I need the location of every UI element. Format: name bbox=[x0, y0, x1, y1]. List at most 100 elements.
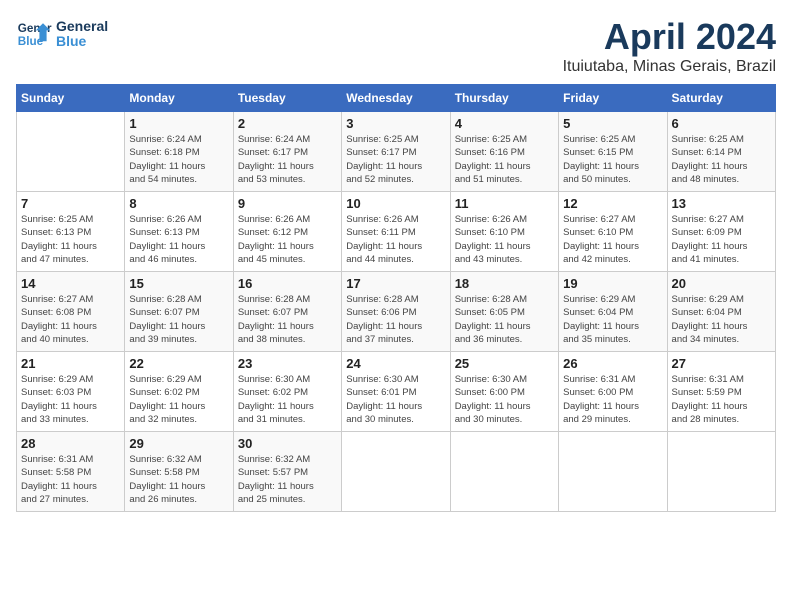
day-number: 9 bbox=[238, 196, 337, 211]
day-number: 25 bbox=[455, 356, 554, 371]
cell-info: Sunrise: 6:27 AM Sunset: 6:09 PM Dayligh… bbox=[672, 213, 771, 266]
calendar-cell: 14Sunrise: 6:27 AM Sunset: 6:08 PM Dayli… bbox=[17, 272, 125, 352]
day-number: 2 bbox=[238, 116, 337, 131]
cell-info: Sunrise: 6:28 AM Sunset: 6:07 PM Dayligh… bbox=[129, 293, 228, 346]
calendar-cell: 21 Sunrise: 6:29 AM Sunset: 6:03 PM Dayli… bbox=[17, 352, 125, 432]
cell-info: Sunrise: 6:29 AM Sunset: 6:02 PM Dayligh… bbox=[129, 373, 228, 426]
cell-info: Sunrise: 6:24 AM Sunset: 6:18 PM Dayligh… bbox=[129, 133, 228, 186]
calendar-cell: 10Sunrise: 6:26 AM Sunset: 6:11 PM Dayli… bbox=[342, 192, 450, 272]
calendar-cell: 6 Sunrise: 6:25 AM Sunset: 6:14 PM Daylig… bbox=[667, 112, 775, 192]
calendar-cell: 20 Sunrise: 6:29 AM Sunset: 6:04 PM Dayli… bbox=[667, 272, 775, 352]
column-header-thursday: Thursday bbox=[450, 85, 558, 112]
logo-general: General bbox=[56, 19, 108, 34]
calendar-cell: 18Sunrise: 6:28 AM Sunset: 6:05 PM Dayli… bbox=[450, 272, 558, 352]
cell-info: Sunrise: 6:30 AM Sunset: 6:00 PM Dayligh… bbox=[455, 373, 554, 426]
calendar-cell: 29 Sunrise: 6:32 AM Sunset: 5:58 PM Dayli… bbox=[125, 432, 233, 512]
cell-info: Sunrise: 6:31 AM Sunset: 5:58 PM Dayligh… bbox=[21, 453, 120, 506]
day-number: 14 bbox=[21, 276, 120, 291]
cell-info: Sunrise: 6:29 AM Sunset: 6:04 PM Dayligh… bbox=[672, 293, 771, 346]
cell-info: Sunrise: 6:25 AM Sunset: 6:13 PM Dayligh… bbox=[21, 213, 120, 266]
day-number: 16 bbox=[238, 276, 337, 291]
calendar-cell: 3Sunrise: 6:25 AM Sunset: 6:17 PM Daylig… bbox=[342, 112, 450, 192]
cell-info: Sunrise: 6:25 AM Sunset: 6:14 PM Dayligh… bbox=[672, 133, 771, 186]
calendar-cell: 15 Sunrise: 6:28 AM Sunset: 6:07 PM Dayli… bbox=[125, 272, 233, 352]
cell-info: Sunrise: 6:25 AM Sunset: 6:16 PM Dayligh… bbox=[455, 133, 554, 186]
day-number: 29 bbox=[129, 436, 228, 451]
column-header-wednesday: Wednesday bbox=[342, 85, 450, 112]
cell-info: Sunrise: 6:26 AM Sunset: 6:12 PM Dayligh… bbox=[238, 213, 337, 266]
calendar-body: 1 Sunrise: 6:24 AM Sunset: 6:18 PM Daylig… bbox=[17, 112, 776, 512]
day-number: 12 bbox=[563, 196, 662, 211]
day-number: 13 bbox=[672, 196, 771, 211]
day-number: 24 bbox=[346, 356, 445, 371]
calendar-cell: 11Sunrise: 6:26 AM Sunset: 6:10 PM Dayli… bbox=[450, 192, 558, 272]
calendar-cell: 30 Sunrise: 6:32 AM Sunset: 5:57 PM Dayli… bbox=[233, 432, 341, 512]
calendar-cell bbox=[450, 432, 558, 512]
logo: General Blue General Blue bbox=[16, 16, 108, 52]
title-block: April 2024 Ituiutaba, Minas Gerais, Braz… bbox=[563, 16, 776, 76]
cell-info: Sunrise: 6:28 AM Sunset: 6:07 PM Dayligh… bbox=[238, 293, 337, 346]
calendar-cell: 5 Sunrise: 6:25 AM Sunset: 6:15 PM Daylig… bbox=[559, 112, 667, 192]
calendar-table: SundayMondayTuesdayWednesdayThursdayFrid… bbox=[16, 84, 776, 512]
day-number: 26 bbox=[563, 356, 662, 371]
cell-info: Sunrise: 6:32 AM Sunset: 5:57 PM Dayligh… bbox=[238, 453, 337, 506]
calendar-week-row: 28 Sunrise: 6:31 AM Sunset: 5:58 PM Dayli… bbox=[17, 432, 776, 512]
cell-info: Sunrise: 6:31 AM Sunset: 6:00 PM Dayligh… bbox=[563, 373, 662, 426]
cell-info: Sunrise: 6:28 AM Sunset: 6:05 PM Dayligh… bbox=[455, 293, 554, 346]
cell-info: Sunrise: 6:29 AM Sunset: 6:03 PM Dayligh… bbox=[21, 373, 120, 426]
cell-info: Sunrise: 6:30 AM Sunset: 6:01 PM Dayligh… bbox=[346, 373, 445, 426]
calendar-cell: 16 Sunrise: 6:28 AM Sunset: 6:07 PM Dayli… bbox=[233, 272, 341, 352]
cell-info: Sunrise: 6:24 AM Sunset: 6:17 PM Dayligh… bbox=[238, 133, 337, 186]
cell-info: Sunrise: 6:32 AM Sunset: 5:58 PM Dayligh… bbox=[129, 453, 228, 506]
calendar-cell bbox=[667, 432, 775, 512]
cell-info: Sunrise: 6:26 AM Sunset: 6:10 PM Dayligh… bbox=[455, 213, 554, 266]
calendar-cell: 12 Sunrise: 6:27 AM Sunset: 6:10 PM Dayli… bbox=[559, 192, 667, 272]
calendar-cell: 7Sunrise: 6:25 AM Sunset: 6:13 PM Daylig… bbox=[17, 192, 125, 272]
calendar-cell: 13 Sunrise: 6:27 AM Sunset: 6:09 PM Dayli… bbox=[667, 192, 775, 272]
calendar-week-row: 21 Sunrise: 6:29 AM Sunset: 6:03 PM Dayli… bbox=[17, 352, 776, 432]
day-number: 21 bbox=[21, 356, 120, 371]
day-number: 10 bbox=[346, 196, 445, 211]
column-header-saturday: Saturday bbox=[667, 85, 775, 112]
column-header-monday: Monday bbox=[125, 85, 233, 112]
calendar-cell: 22 Sunrise: 6:29 AM Sunset: 6:02 PM Dayli… bbox=[125, 352, 233, 432]
logo-blue: Blue bbox=[56, 34, 108, 49]
day-number: 28 bbox=[21, 436, 120, 451]
day-number: 8 bbox=[129, 196, 228, 211]
day-number: 4 bbox=[455, 116, 554, 131]
day-number: 17 bbox=[346, 276, 445, 291]
day-number: 20 bbox=[672, 276, 771, 291]
column-header-sunday: Sunday bbox=[17, 85, 125, 112]
day-number: 3 bbox=[346, 116, 445, 131]
calendar-cell: 24 Sunrise: 6:30 AM Sunset: 6:01 PM Dayli… bbox=[342, 352, 450, 432]
calendar-cell: 1 Sunrise: 6:24 AM Sunset: 6:18 PM Daylig… bbox=[125, 112, 233, 192]
calendar-week-row: 1 Sunrise: 6:24 AM Sunset: 6:18 PM Daylig… bbox=[17, 112, 776, 192]
cell-info: Sunrise: 6:27 AM Sunset: 6:10 PM Dayligh… bbox=[563, 213, 662, 266]
day-number: 30 bbox=[238, 436, 337, 451]
day-number: 1 bbox=[129, 116, 228, 131]
page-header: General Blue General Blue April 2024 Itu… bbox=[16, 16, 776, 76]
month-title: April 2024 bbox=[563, 16, 776, 58]
calendar-week-row: 7Sunrise: 6:25 AM Sunset: 6:13 PM Daylig… bbox=[17, 192, 776, 272]
column-header-tuesday: Tuesday bbox=[233, 85, 341, 112]
cell-info: Sunrise: 6:29 AM Sunset: 6:04 PM Dayligh… bbox=[563, 293, 662, 346]
cell-info: Sunrise: 6:25 AM Sunset: 6:15 PM Dayligh… bbox=[563, 133, 662, 186]
calendar-cell: 28 Sunrise: 6:31 AM Sunset: 5:58 PM Dayli… bbox=[17, 432, 125, 512]
cell-info: Sunrise: 6:26 AM Sunset: 6:13 PM Dayligh… bbox=[129, 213, 228, 266]
cell-info: Sunrise: 6:30 AM Sunset: 6:02 PM Dayligh… bbox=[238, 373, 337, 426]
day-number: 15 bbox=[129, 276, 228, 291]
day-number: 6 bbox=[672, 116, 771, 131]
logo-icon: General Blue bbox=[16, 16, 52, 52]
calendar-cell bbox=[17, 112, 125, 192]
calendar-cell: 17 Sunrise: 6:28 AM Sunset: 6:06 PM Dayli… bbox=[342, 272, 450, 352]
calendar-header-row: SundayMondayTuesdayWednesdayThursdayFrid… bbox=[17, 85, 776, 112]
location-title: Ituiutaba, Minas Gerais, Brazil bbox=[563, 58, 776, 76]
calendar-cell: 27Sunrise: 6:31 AM Sunset: 5:59 PM Dayli… bbox=[667, 352, 775, 432]
day-number: 5 bbox=[563, 116, 662, 131]
day-number: 22 bbox=[129, 356, 228, 371]
column-header-friday: Friday bbox=[559, 85, 667, 112]
calendar-cell: 9 Sunrise: 6:26 AM Sunset: 6:12 PM Daylig… bbox=[233, 192, 341, 272]
calendar-cell: 8 Sunrise: 6:26 AM Sunset: 6:13 PM Daylig… bbox=[125, 192, 233, 272]
cell-info: Sunrise: 6:28 AM Sunset: 6:06 PM Dayligh… bbox=[346, 293, 445, 346]
calendar-cell: 4 Sunrise: 6:25 AM Sunset: 6:16 PM Daylig… bbox=[450, 112, 558, 192]
